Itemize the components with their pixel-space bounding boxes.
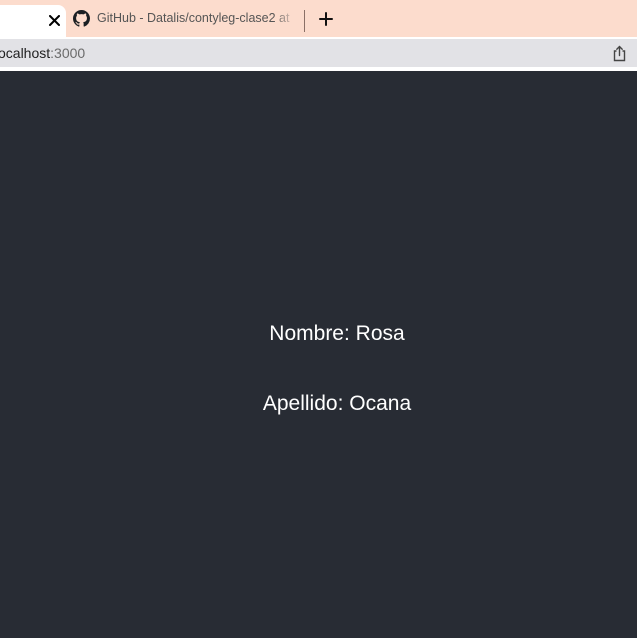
nombre-text: Nombre: Rosa xyxy=(269,322,405,345)
share-icon[interactable] xyxy=(612,45,627,62)
tab-title: GitHub - Datalis/contyleg-clase2 at xyxy=(97,11,290,25)
url-host: ocalhost xyxy=(0,45,51,61)
tab-strip: GitHub - Datalis/contyleg-clase2 at xyxy=(0,0,637,37)
page-viewport: Nombre: Rosa Apellido: Ocana xyxy=(0,71,637,638)
tab-active[interactable] xyxy=(0,5,66,37)
close-tab-button[interactable] xyxy=(45,11,63,29)
address-bar[interactable]: ocalhost:3000 xyxy=(0,39,637,67)
toolbar: ocalhost:3000 xyxy=(0,37,637,71)
plus-icon xyxy=(319,12,333,26)
close-icon xyxy=(48,14,60,26)
url-text[interactable]: ocalhost:3000 xyxy=(0,45,85,61)
tab-divider xyxy=(304,10,305,32)
url-port: :3000 xyxy=(50,45,86,61)
apellido-text: Apellido: Ocana xyxy=(262,392,412,415)
browser-window: GitHub - Datalis/contyleg-clase2 at ocal… xyxy=(0,0,637,638)
tab-github[interactable]: GitHub - Datalis/contyleg-clase2 at xyxy=(70,5,304,33)
github-icon xyxy=(73,10,90,27)
new-tab-button[interactable] xyxy=(316,9,336,29)
